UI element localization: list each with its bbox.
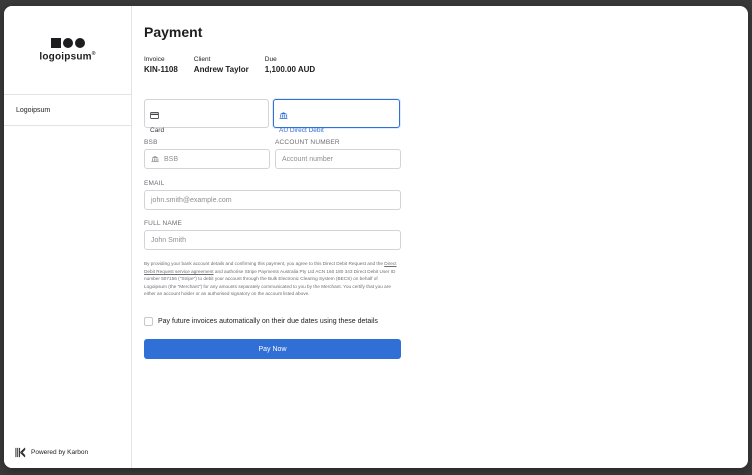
payment-method-tabs: Card AU Direct Debit <box>144 99 400 134</box>
tab-card[interactable]: Card <box>144 99 269 134</box>
logo-text: logoipsum® <box>39 50 96 63</box>
email-input[interactable]: john.smith@example.com <box>144 190 401 210</box>
karbon-logo-icon <box>15 447 26 458</box>
bsb-input[interactable]: BSB <box>144 149 270 169</box>
email-placeholder: john.smith@example.com <box>151 196 232 204</box>
page-title: Payment <box>144 24 203 40</box>
account-number-label: ACCOUNT NUMBER <box>275 139 340 146</box>
powered-by[interactable]: Powered by Karbon <box>15 447 88 458</box>
invoice-summary: Invoice KIN-1108 Client Andrew Taylor Du… <box>144 56 315 74</box>
direct-debit-consent: By providing your bank account details a… <box>144 261 397 297</box>
bank-icon <box>279 112 288 119</box>
account-number-input[interactable]: Account number <box>275 149 401 169</box>
invoice-number: Invoice KIN-1108 <box>144 56 178 74</box>
tab-au-direct-debit[interactable]: AU Direct Debit <box>273 99 400 134</box>
sidebar: logoipsum® Logoipsum Powered by Karbon <box>4 6 132 468</box>
bsb-label: BSB <box>144 139 158 146</box>
bank-icon <box>151 156 159 163</box>
email-label: EMAIL <box>144 180 165 187</box>
auto-pay-checkbox[interactable] <box>144 317 153 326</box>
logo-mark-icon <box>50 37 85 48</box>
logo: logoipsum® <box>4 6 131 95</box>
sidebar-item-logoipsum[interactable]: Logoipsum <box>4 95 131 126</box>
account-number-placeholder: Account number <box>282 155 333 163</box>
card-icon <box>150 112 159 119</box>
app-window: logoipsum® Logoipsum Powered by Karbon P… <box>4 6 748 468</box>
full-name-label: FULL NAME <box>144 220 183 227</box>
powered-by-label: Powered by Karbon <box>31 449 89 456</box>
due-amount: Due 1,100.00 AUD <box>264 56 316 74</box>
full-name-placeholder: John Smith <box>151 236 187 244</box>
full-name-input[interactable]: John Smith <box>144 230 401 250</box>
bsb-placeholder: BSB <box>164 155 179 163</box>
sidebar-item-label: Logoipsum <box>16 106 51 114</box>
auto-pay-label: Pay future invoices automatically on the… <box>158 318 378 325</box>
auto-pay-option[interactable]: Pay future invoices automatically on the… <box>144 317 378 326</box>
pay-now-button[interactable]: Pay Now <box>144 339 401 359</box>
client-name: Client Andrew Taylor <box>193 56 249 74</box>
